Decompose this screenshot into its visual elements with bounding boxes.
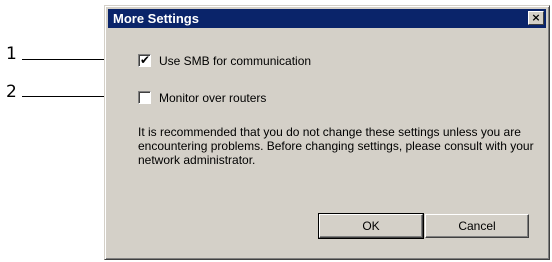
use-smb-checkbox[interactable]: ✔ bbox=[138, 53, 151, 67]
monitor-routers-label[interactable]: Monitor over routers bbox=[159, 91, 266, 105]
dialog-titlebar[interactable]: More Settings × bbox=[108, 9, 546, 28]
ok-button[interactable]: OK bbox=[318, 213, 424, 239]
dialog-title: More Settings bbox=[113, 11, 199, 26]
cancel-button[interactable]: Cancel bbox=[425, 214, 529, 238]
callout-number-2: 2 bbox=[6, 82, 17, 102]
checkmark-icon: ✔ bbox=[140, 53, 151, 67]
close-button[interactable]: × bbox=[528, 11, 544, 25]
monitor-routers-checkbox[interactable] bbox=[138, 91, 151, 104]
use-smb-label[interactable]: Use SMB for communication bbox=[159, 54, 311, 68]
callout-number-1: 1 bbox=[6, 44, 17, 64]
close-icon: × bbox=[531, 11, 541, 24]
more-settings-dialog: More Settings × ✔ Use SMB for communicat… bbox=[104, 5, 550, 260]
info-text: It is recommended that you do not change… bbox=[138, 125, 534, 167]
